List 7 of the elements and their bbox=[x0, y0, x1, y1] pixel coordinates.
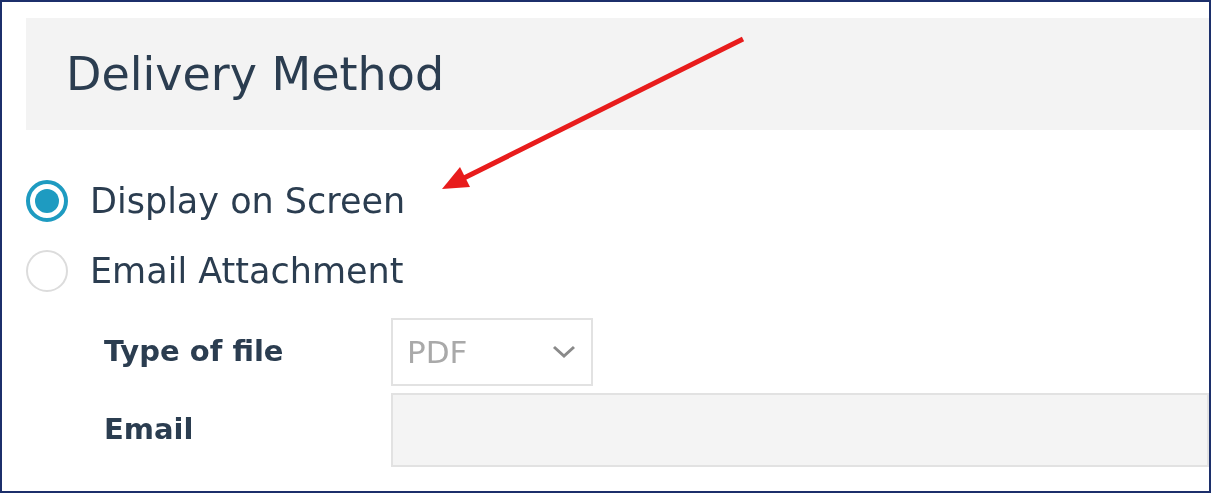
field-label: Type of file bbox=[104, 333, 285, 371]
section-title: Delivery Method bbox=[66, 45, 445, 103]
field-label: Email bbox=[104, 411, 195, 449]
option-label: Email Attachment bbox=[90, 249, 404, 293]
option-label: Display on Screen bbox=[90, 179, 406, 223]
radio-button[interactable] bbox=[26, 180, 68, 222]
chevron-down-icon bbox=[551, 344, 577, 360]
